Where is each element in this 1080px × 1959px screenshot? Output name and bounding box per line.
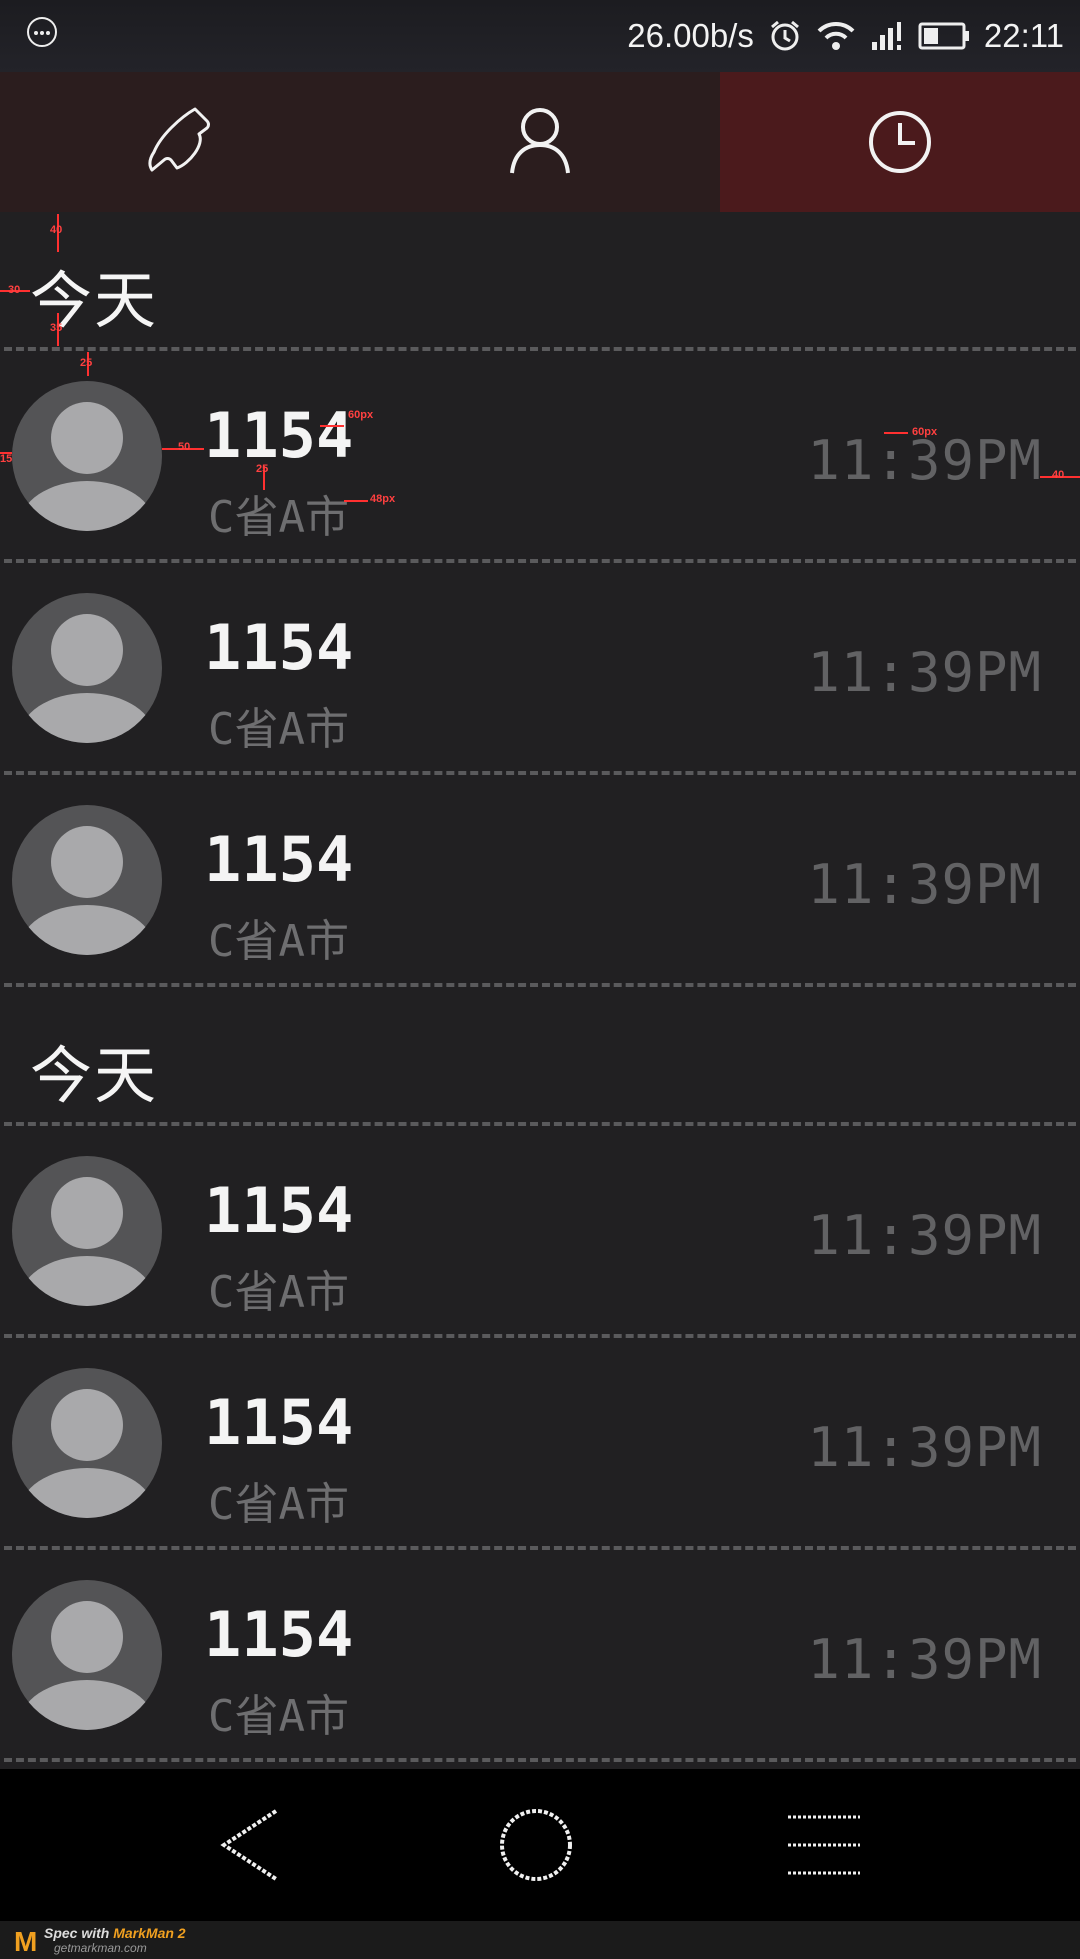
spec-avatar-top: 25 [80, 357, 93, 369]
call-number: 1154 [204, 611, 354, 684]
spec-avatar-gap: 50 [178, 441, 191, 453]
spec-header-top: 40 [50, 224, 63, 236]
spec-time-size: 60px [912, 426, 938, 438]
tab-recents[interactable] [720, 72, 1080, 212]
avatar[interactable] [12, 1156, 162, 1306]
back-icon[interactable] [210, 1805, 290, 1885]
call-log-screen: 26.00b/s 22:11 今天 1154 C省A市 11:39PM 1154… [0, 0, 1080, 1959]
tab-bar [0, 72, 1080, 212]
spec-header-bottom: 35 [50, 322, 63, 334]
call-location: C省A市 [208, 704, 349, 755]
avatar[interactable] [12, 1580, 162, 1730]
avatar[interactable] [12, 1368, 162, 1518]
call-row[interactable]: 1154 C省A市 11:39PM [0, 775, 1080, 983]
person-icon [510, 108, 570, 174]
call-location: C省A市 [208, 1267, 349, 1318]
call-row[interactable]: 1154 C省A市 11:39PM [0, 1126, 1080, 1334]
section-header: 今天 [0, 212, 1080, 347]
call-time: 11:39PM [807, 853, 1042, 916]
call-number: 1154 [204, 1174, 354, 1247]
call-location: C省A市 [208, 1479, 349, 1530]
footer-site: getmarkman.com [54, 1941, 147, 1955]
battery-icon [918, 21, 970, 51]
tab-phone[interactable] [0, 72, 360, 212]
network-speed: 26.00b/s [627, 17, 754, 54]
call-row[interactable]: 1154 C省A市 11:39PM [0, 1550, 1080, 1758]
status-indicators: 26.00b/s 22:11 [627, 8, 1064, 64]
menu-dots-icon[interactable] [27, 17, 57, 47]
phone-icon [148, 107, 210, 172]
navigation-bar [0, 1769, 1080, 1921]
call-time: 11:39PM [807, 1416, 1042, 1479]
markman-logo: M [14, 1926, 38, 1957]
signal-icon [870, 20, 904, 52]
menu-icon[interactable] [784, 1805, 864, 1885]
alarm-icon [768, 19, 802, 53]
home-icon[interactable] [496, 1805, 576, 1885]
spec-time-right: 40 [1052, 469, 1065, 481]
avatar[interactable] [12, 381, 162, 531]
call-time: 11:39PM [807, 1628, 1042, 1691]
call-number: 1154 [204, 399, 354, 472]
call-location: C省A市 [208, 916, 349, 967]
call-number: 1154 [204, 1598, 354, 1671]
spec-location-size: 48px [370, 493, 396, 505]
clock-time: 22:11 [983, 17, 1064, 54]
call-number: 1154 [204, 823, 354, 896]
section-header: 今天 [0, 987, 1080, 1122]
call-log-list: 今天 1154 C省A市 11:39PM 1154 C省A市 11:39PM 1154 C省A市… [0, 212, 1080, 1762]
avatar[interactable] [12, 805, 162, 955]
call-time: 11:39PM [807, 641, 1042, 704]
tab-contacts[interactable] [360, 72, 720, 212]
wifi-icon [816, 20, 856, 52]
call-time: 11:39PM [807, 429, 1042, 492]
avatar[interactable] [12, 593, 162, 743]
divider [4, 1758, 1076, 1762]
markman-footer: M Spec with MarkMan 2 getmarkman.com [0, 1921, 1080, 1959]
call-location: C省A市 [208, 492, 349, 543]
spec-header-left: 30 [8, 284, 21, 296]
call-time: 11:39PM [807, 1204, 1042, 1267]
call-number: 1154 [204, 1386, 354, 1459]
call-row[interactable]: 1154 C省A市 11:39PM [0, 563, 1080, 771]
call-location: C省A市 [208, 1691, 349, 1742]
section-title: 今天 [30, 1039, 159, 1112]
call-row[interactable]: 1154 C省A市 11:39PM [0, 1338, 1080, 1546]
clock-icon [869, 111, 931, 173]
spec-number-size: 60px [348, 409, 374, 421]
status-bar: 26.00b/s 22:11 [0, 0, 1080, 72]
call-row[interactable]: 1154 C省A市 11:39PM [0, 351, 1080, 559]
spec-avatar-left: 15 [0, 453, 13, 465]
footer-brand: Spec with MarkMan 2 [44, 1925, 186, 1941]
spec-line-gap: 25 [256, 463, 269, 475]
